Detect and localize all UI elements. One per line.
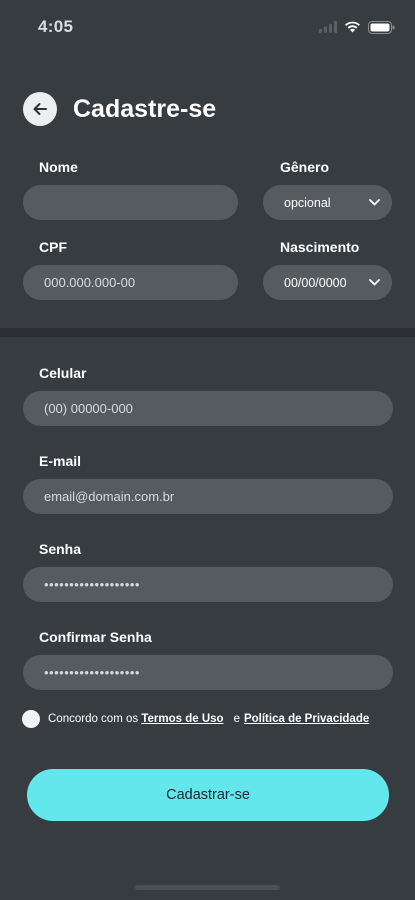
battery-icon [368, 20, 395, 34]
genero-select-value: opcional [284, 195, 331, 210]
section-divider [0, 328, 415, 337]
status-time: 4:05 [38, 17, 74, 36]
terms-of-use-link[interactable]: Termos de Uso [141, 713, 223, 725]
chevron-down-icon [369, 199, 380, 206]
nascimento-select-value: 00/00/0000 [284, 275, 347, 290]
cpf-label: CPF [39, 239, 67, 255]
arrow-left-icon [33, 103, 47, 115]
chevron-down-icon [369, 279, 380, 286]
back-button[interactable] [23, 92, 57, 126]
header: Cadastre-se [23, 91, 216, 127]
home-indicator [135, 885, 280, 890]
wifi-icon [345, 21, 360, 33]
status-icons [319, 20, 395, 34]
email-label: E-mail [39, 453, 82, 469]
genero-select[interactable]: opcional [263, 185, 392, 220]
terms-prefix: Concordo com os [48, 713, 142, 725]
celular-input[interactable]: (00) 00000-000 [23, 391, 393, 426]
privacy-policy-link[interactable]: Política de Privacidade [244, 713, 369, 725]
senha-input[interactable]: ••••••••••••••••••• [23, 567, 393, 602]
nascimento-label: Nascimento [280, 239, 360, 255]
email-input[interactable]: email@domain.com.br [23, 479, 393, 514]
terms-agreement: Concordo com os Termos de Uso e Política… [22, 709, 369, 729]
submit-button[interactable]: Cadastrar-se [27, 769, 389, 821]
senha-label: Senha [39, 541, 82, 557]
cpf-input[interactable]: 000.000.000-00 [23, 265, 238, 300]
celular-label: Celular [39, 365, 87, 381]
terms-joiner: e [233, 713, 240, 725]
genero-label: Gênero [280, 159, 330, 175]
nascimento-select[interactable]: 00/00/0000 [263, 265, 392, 300]
confirmar-senha-input[interactable]: ••••••••••••••••••• [23, 655, 393, 690]
confirmar-senha-label: Confirmar Senha [39, 629, 152, 645]
terms-radio[interactable] [22, 710, 40, 728]
nome-input[interactable] [23, 185, 238, 220]
nome-label: Nome [39, 159, 78, 175]
page-title: Cadastre-se [73, 94, 217, 123]
signal-icon [319, 21, 337, 33]
status-bar: 4:05 [0, 0, 415, 54]
